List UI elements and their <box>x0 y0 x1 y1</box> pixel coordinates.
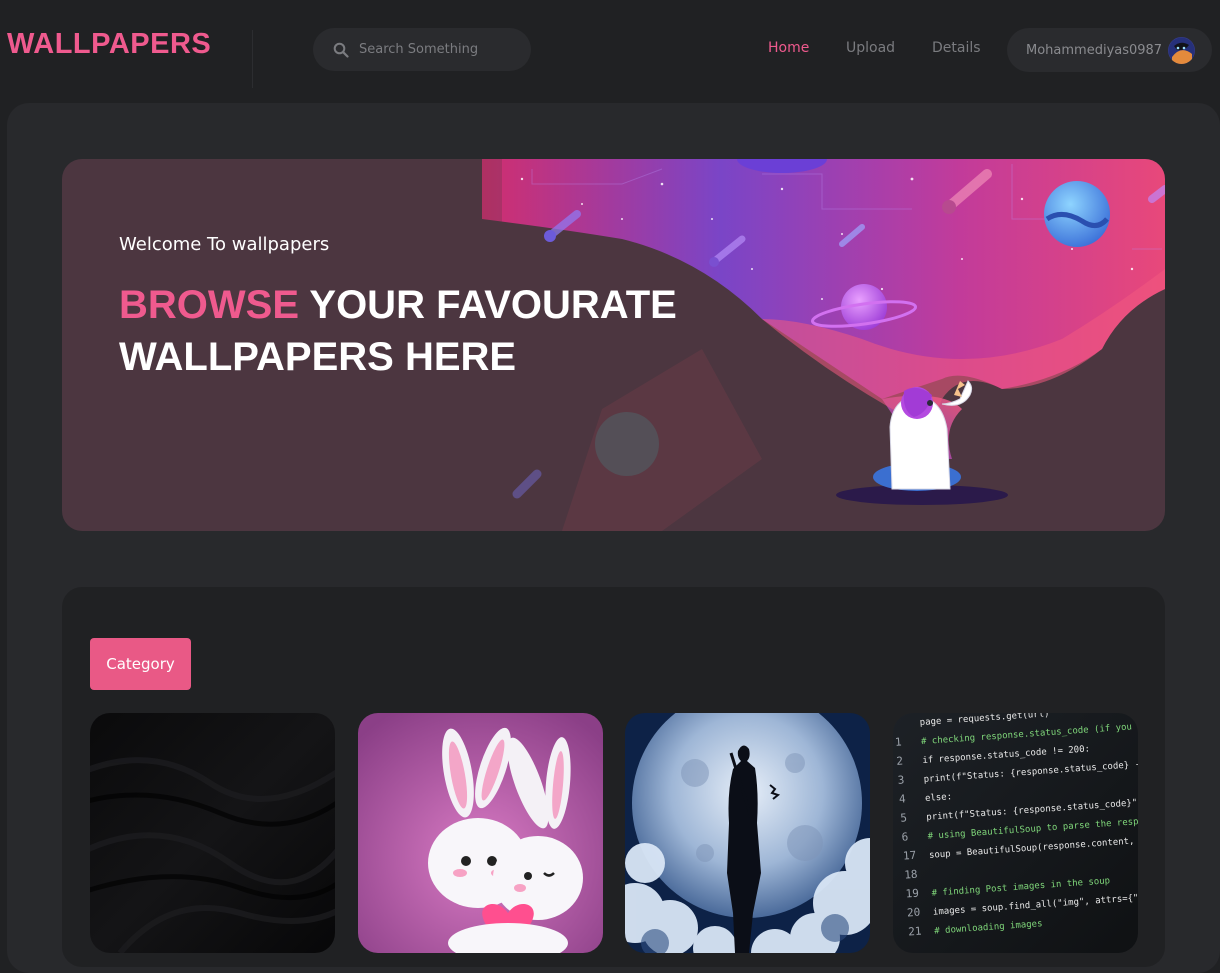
bunnies-image <box>358 713 603 953</box>
hero-banner: Welcome To wallpapers BROWSE YOUR FAVOUR… <box>62 159 1165 531</box>
code-line-number: 17 <box>903 849 917 863</box>
category-button[interactable]: Category <box>90 638 191 690</box>
search-input[interactable] <box>357 41 521 58</box>
top-navbar: WALLPAPERS Home Upload Details Mohammedi… <box>0 0 1220 100</box>
code-line-number: 20 <box>907 906 921 920</box>
wallpaper-card-code[interactable]: page = requests.get(url) 1 # checking resp… <box>893 713 1138 953</box>
code-line-number: 1 <box>895 735 903 748</box>
user-profile-button[interactable]: Mohammediyas0987 <box>1007 28 1212 72</box>
code-line-number: 3 <box>897 773 905 786</box>
username: Mohammediyas0987 <box>1026 42 1163 58</box>
wallpaper-card-dark-fabric[interactable] <box>90 713 335 953</box>
code-line-number: 18 <box>904 868 918 882</box>
hero-title: BROWSE YOUR FAVOURATE WALLPAPERS HERE <box>119 279 719 383</box>
moon-silhouette-image <box>625 713 870 953</box>
hero-subtitle: Welcome To wallpapers <box>119 234 330 255</box>
nav-upload[interactable]: Upload <box>846 40 895 56</box>
code-line-number: 19 <box>905 887 919 901</box>
code-line-number: 4 <box>899 792 907 805</box>
code-image: page = requests.get(url)1 # checking resp… <box>893 713 1138 953</box>
code-line-number: 21 <box>908 925 922 939</box>
search-bar[interactable] <box>313 28 531 71</box>
code-line-number: 2 <box>896 754 904 767</box>
code-line-number: 6 <box>901 830 909 843</box>
site-logo[interactable]: WALLPAPERS <box>7 28 211 61</box>
search-icon <box>333 42 349 58</box>
code-line-text: else: <box>925 792 953 804</box>
nav-details[interactable]: Details <box>932 40 981 56</box>
avatar[interactable] <box>1168 36 1196 64</box>
wallpaper-card-moon-silhouette[interactable] <box>625 713 870 953</box>
nav-home[interactable]: Home <box>768 40 809 56</box>
wallpaper-card-bunnies[interactable] <box>358 713 603 953</box>
header-divider <box>252 30 253 88</box>
dark-fabric-image <box>90 713 335 953</box>
code-line-number: 5 <box>900 811 908 824</box>
hero-title-accent: BROWSE <box>119 283 299 327</box>
